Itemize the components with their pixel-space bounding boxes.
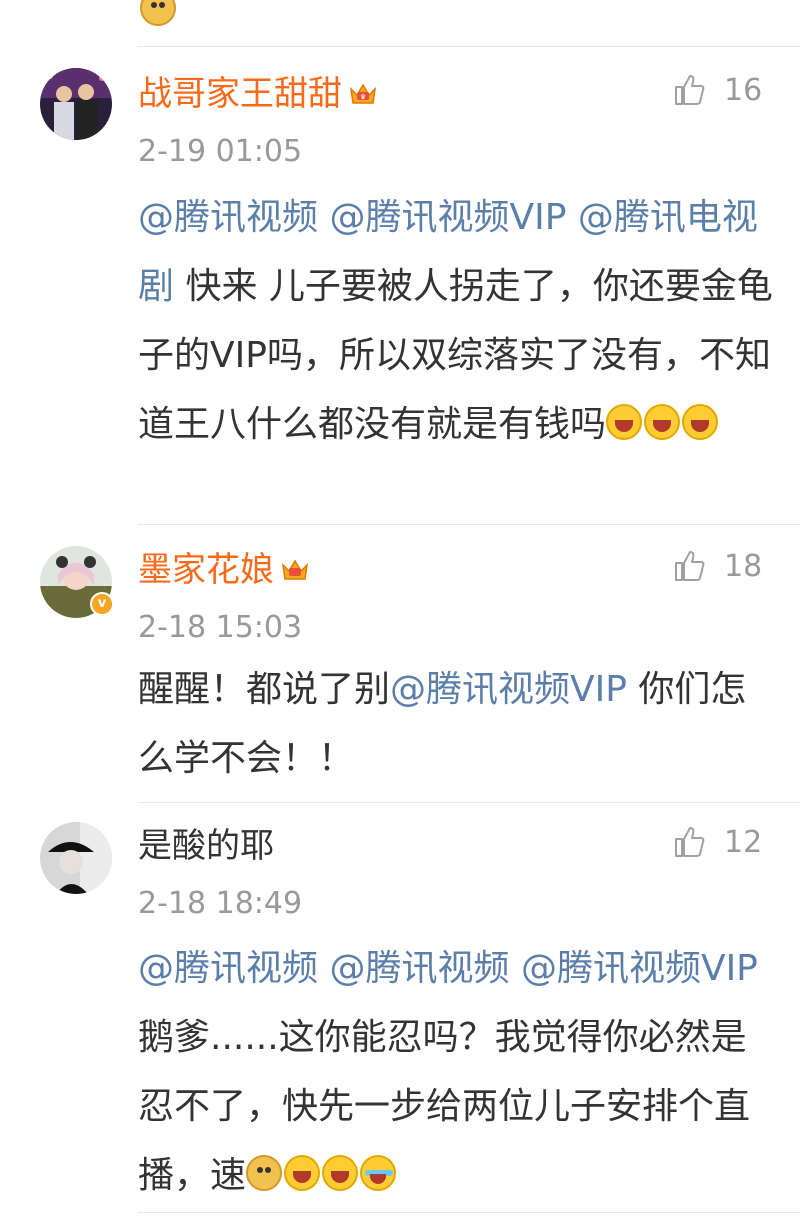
mention-link[interactable]: @腾讯视频 — [138, 948, 318, 989]
laugh-cry-emoji-icon — [644, 404, 681, 440]
mention-link[interactable]: @腾讯视频VIP — [329, 197, 566, 238]
crown-icon — [280, 552, 310, 580]
crown-icon: ♛ — [348, 76, 378, 104]
avatar[interactable] — [40, 822, 112, 894]
mention-link[interactable]: @腾讯视频VIP — [521, 948, 758, 989]
like-button[interactable]: 12 — [672, 822, 792, 862]
mention-link[interactable]: @腾讯视频 — [329, 948, 509, 989]
comment-text — [509, 948, 520, 989]
thumbs-up-icon — [675, 827, 705, 857]
divider — [138, 1212, 800, 1213]
laugh-cry-emoji-icon — [606, 404, 643, 440]
thumbs-up-icon — [675, 75, 705, 105]
username[interactable]: 战哥家王甜甜 ♛ — [138, 74, 378, 114]
previous-comment-tail — [0, 0, 800, 46]
laugh-cry-emoji-icon — [682, 404, 719, 440]
comment-body: 醒醒！都说了别@腾讯视频VIP 你们怎么学不会！！ — [138, 655, 778, 793]
thumbs-up-icon — [675, 551, 705, 581]
divider — [138, 802, 800, 803]
like-count: 12 — [724, 824, 763, 860]
doge-emoji-icon — [246, 1155, 283, 1191]
svg-text:♛: ♛ — [360, 93, 366, 101]
grin-emoji-icon — [322, 1155, 359, 1191]
comment-item[interactable]: 是酸的耶 12 2-18 18:49 @腾讯视频 @腾讯视频 @腾讯视频VIP … — [0, 802, 800, 1212]
like-button[interactable]: 18 — [672, 546, 792, 586]
username-text[interactable]: 是酸的耶 — [138, 826, 274, 866]
timestamp: 2-18 18:49 — [138, 886, 303, 921]
username-text[interactable]: 墨家花娘 — [138, 550, 274, 590]
like-button[interactable]: 16 — [672, 70, 792, 110]
tears-emoji-icon — [360, 1155, 397, 1191]
comment-text — [318, 197, 329, 238]
username[interactable]: 是酸的耶 — [138, 826, 274, 866]
divider — [138, 524, 800, 525]
like-count: 16 — [724, 72, 763, 108]
grin-emoji-icon — [284, 1155, 321, 1191]
mention-link[interactable]: @腾讯视频VIP — [390, 669, 627, 710]
mention-link[interactable]: @腾讯视频 — [138, 197, 318, 238]
comment-text — [566, 197, 577, 238]
like-count: 18 — [724, 548, 763, 584]
comment-item[interactable]: 战哥家王甜甜 ♛ 16 2-19 01:05 @腾讯视频 @腾讯视频VIP @腾… — [0, 46, 800, 524]
comment-text: 鹅爹......这你能忍吗？我觉得你必然是忍不了，快先一步给两位儿子安排个直播，… — [138, 1017, 751, 1196]
comment-text: 醒醒！都说了别 — [138, 669, 391, 710]
username-text[interactable]: 战哥家王甜甜 — [138, 74, 342, 114]
verified-badge-icon: v — [90, 592, 114, 616]
comment-item[interactable]: v 墨家花娘 18 2-18 15:03 醒醒！都说了别@腾讯视频VIP 你们怎… — [0, 524, 800, 802]
timestamp: 2-18 15:03 — [138, 610, 303, 645]
comment-body: @腾讯视频 @腾讯视频VIP @腾讯电视剧 快来 儿子要被人拐走了，你还要金龟子… — [138, 183, 778, 459]
comment-text — [318, 948, 329, 989]
comment-body: @腾讯视频 @腾讯视频 @腾讯视频VIP 鹅爹......这你能忍吗？我觉得你必… — [138, 934, 778, 1210]
doge-emoji-icon — [140, 0, 176, 26]
timestamp: 2-19 01:05 — [138, 134, 303, 169]
username[interactable]: 墨家花娘 — [138, 550, 310, 590]
divider — [138, 46, 800, 47]
avatar[interactable] — [40, 68, 112, 140]
